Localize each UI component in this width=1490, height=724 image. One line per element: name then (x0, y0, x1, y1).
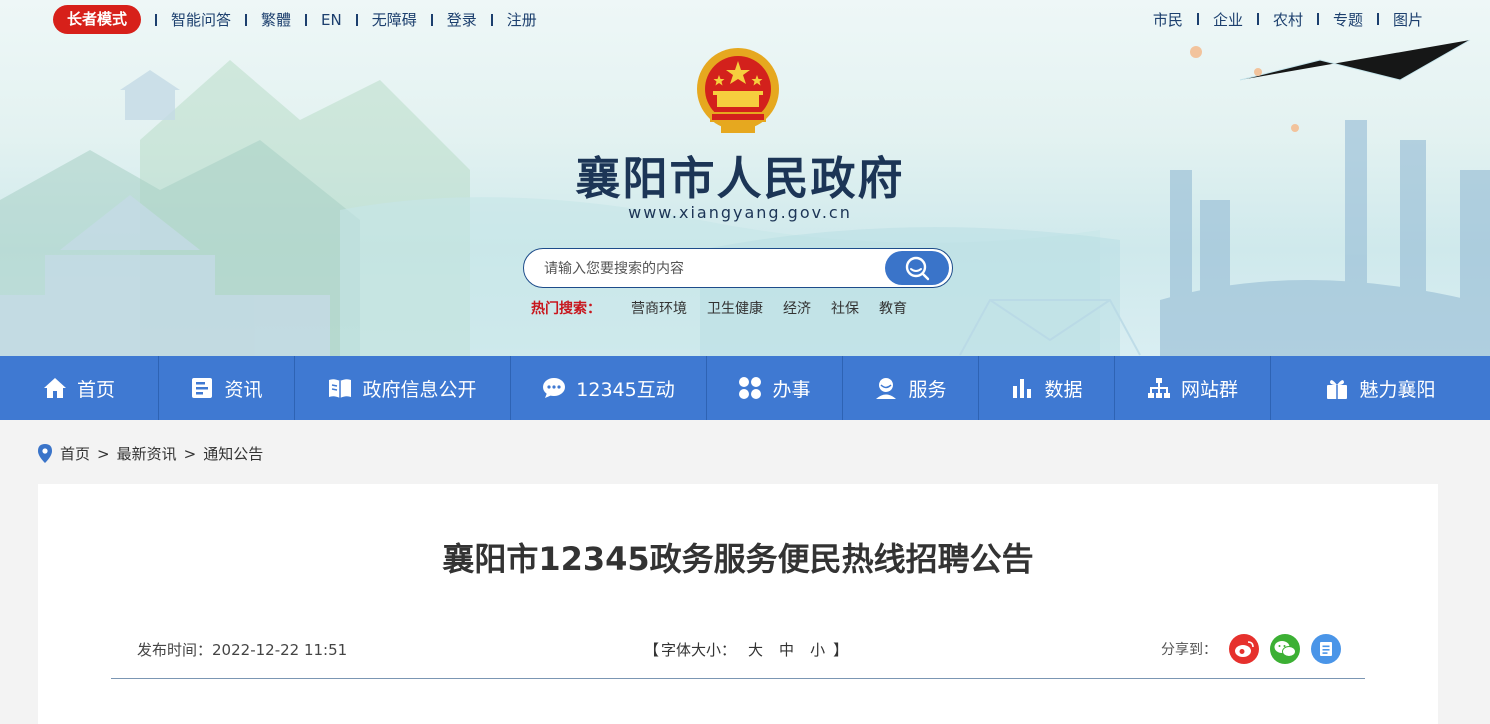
document-icon (1320, 642, 1332, 656)
register-link[interactable]: 注册 (507, 9, 537, 30)
nav-label: 资讯 (224, 378, 263, 401)
nav-label: 网站群 (1180, 378, 1238, 401)
home-icon (43, 376, 67, 400)
separator (1316, 13, 1319, 25)
breadcrumb-home[interactable]: 首页 (60, 443, 90, 464)
nav-label: 服务 (908, 378, 947, 401)
separator (155, 13, 158, 26)
gift-icon (1325, 376, 1349, 400)
sitemap-icon (1147, 376, 1171, 400)
wechat-icon (1274, 641, 1296, 657)
elder-mode-button[interactable]: 长者模式 (53, 5, 142, 34)
nav-12345[interactable]: 12345互动 (511, 356, 707, 420)
breadcrumb-separator: > (97, 444, 110, 463)
nav-label: 12345互动 (576, 378, 675, 401)
nav-gov-info[interactable]: 政府信息公开 (295, 356, 511, 420)
news-icon (190, 376, 214, 400)
bar-chart-icon (1010, 376, 1034, 400)
grid-icon (738, 376, 762, 400)
font-size-small[interactable]: 小 (810, 639, 825, 660)
meta-divider (111, 678, 1365, 679)
login-link[interactable]: 登录 (447, 9, 477, 30)
site-url: www.xiangyang.gov.cn (628, 203, 852, 222)
top-left-links: 长者模式 智能问答 繁體 EN 无障碍 登录 注册 (53, 5, 537, 34)
publish-label: 发布时间： (137, 641, 213, 659)
smart-qa-link[interactable]: 智能问答 (171, 9, 231, 30)
rural-link[interactable]: 农村 (1273, 9, 1303, 30)
main-nav: 首页 资讯 政府信息公开 12345互动 办事 服务 数据 网站群 魅力襄阳 (0, 356, 1490, 420)
nav-site-group[interactable]: 网站群 (1115, 356, 1271, 420)
nav-label: 首页 (76, 378, 115, 401)
font-size-label: 字体大小： (661, 641, 737, 659)
header-banner: 长者模式 智能问答 繁體 EN 无障碍 登录 注册 市民 企业 农村 专题 图片 (0, 0, 1490, 356)
nav-service[interactable]: 服务 (843, 356, 979, 420)
separator (355, 13, 358, 26)
weibo-icon (1235, 641, 1254, 657)
user-service-icon (874, 376, 898, 400)
share-bar: 分享到： (1161, 634, 1341, 664)
weibo-share-button[interactable] (1229, 634, 1259, 664)
accessibility-link[interactable]: 无障碍 (372, 9, 417, 30)
article-title: 襄阳市12345政务服务便民热线招聘公告 (442, 540, 1034, 578)
nav-label: 办事 (772, 378, 811, 401)
nav-label: 魅力襄阳 (1359, 378, 1436, 401)
separator (305, 13, 308, 26)
font-size-large[interactable]: 大 (748, 639, 763, 660)
site-title: 襄阳市人民政府 (575, 152, 905, 205)
hot-search-item[interactable]: 营商环境 (631, 298, 687, 318)
breadcrumb-notices[interactable]: 通知公告 (203, 443, 263, 464)
nav-charm-xiangyang[interactable]: 魅力襄阳 (1271, 356, 1490, 420)
article-panel: 襄阳市12345政务服务便民热线招聘公告 发布时间：2022-12-22 11:… (38, 484, 1438, 724)
nav-news[interactable]: 资讯 (159, 356, 295, 420)
other-share-button[interactable] (1311, 634, 1341, 664)
breadcrumb-separator: > (183, 444, 197, 463)
pictures-link[interactable]: 图片 (1393, 9, 1423, 30)
nav-affairs[interactable]: 办事 (707, 356, 843, 420)
breadcrumb-news[interactable]: 最新资讯 (117, 443, 177, 464)
enterprise-link[interactable]: 企业 (1213, 9, 1243, 30)
chat-icon (542, 376, 566, 400)
hot-search-item[interactable]: 经济 (783, 298, 811, 318)
book-icon (328, 376, 352, 400)
font-bracket-close: 】 (833, 641, 849, 659)
separator (430, 13, 433, 26)
english-link[interactable]: EN (321, 11, 342, 29)
search-input[interactable] (544, 258, 874, 280)
nav-data[interactable]: 数据 (979, 356, 1115, 420)
hot-search-label: 热门搜索： (531, 301, 601, 317)
hot-search-item[interactable]: 教育 (879, 298, 907, 318)
nav-label: 政府信息公开 (362, 378, 477, 401)
font-size-control: 【 字体大小： 大 中 小 】 (644, 639, 848, 660)
separator (1256, 13, 1259, 25)
search-icon (905, 256, 930, 281)
breadcrumb: 首页 > 最新资讯 > 通知公告 (38, 443, 263, 464)
nav-label: 数据 (1044, 378, 1083, 401)
search-box (523, 248, 953, 288)
font-bracket-open: 【 (644, 641, 660, 659)
top-right-links: 市民 企业 农村 专题 图片 (1153, 8, 1423, 30)
hot-search-item[interactable]: 卫生健康 (707, 298, 763, 318)
national-emblem-icon (697, 48, 779, 133)
nav-home[interactable]: 首页 (0, 356, 159, 420)
share-label: 分享到： (1161, 642, 1217, 658)
hot-search-item[interactable]: 社保 (831, 298, 859, 318)
font-size-medium[interactable]: 中 (779, 639, 794, 660)
publish-meta: 发布时间：2022-12-22 11:51 (137, 639, 347, 660)
wechat-share-button[interactable] (1270, 634, 1300, 664)
traditional-chinese-link[interactable]: 繁體 (261, 9, 291, 30)
publish-time: 2022-12-22 11:51 (212, 641, 348, 659)
separator (1376, 13, 1379, 25)
hot-search: 热门搜索： 营商环境 卫生健康 经济 社保 教育 (531, 298, 927, 318)
separator (490, 13, 493, 26)
location-pin-icon (38, 444, 52, 463)
topics-link[interactable]: 专题 (1333, 9, 1363, 30)
separator (245, 13, 248, 26)
search-button[interactable] (885, 251, 949, 285)
citizen-link[interactable]: 市民 (1153, 9, 1183, 30)
separator (1196, 13, 1199, 25)
